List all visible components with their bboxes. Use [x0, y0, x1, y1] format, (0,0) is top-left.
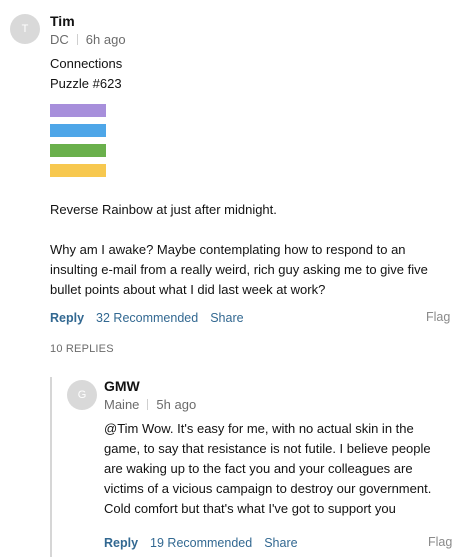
comment-location: DC	[50, 32, 69, 47]
comment-line: Connections	[50, 56, 123, 71]
reply-actions: Reply 19 Recommended Share	[104, 535, 298, 551]
color-square	[50, 103, 64, 117]
reply-thread: G GMW Maine 5h ago @Tim Wow. It's easy fo…	[50, 377, 460, 557]
reply-location: Maine	[104, 397, 140, 412]
square-row	[50, 120, 450, 140]
comment-actions: Reply 32 Recommended Share	[50, 310, 244, 326]
reply-button[interactable]: Reply	[50, 311, 84, 325]
color-square	[64, 103, 78, 117]
comment-line: Puzzle #623	[50, 76, 122, 91]
avatar[interactable]: T	[10, 14, 40, 44]
color-square	[64, 143, 78, 157]
color-square	[64, 163, 78, 177]
comment-body: Connections Puzzle #623 Reverse Rainbow …	[50, 54, 450, 300]
avatar[interactable]: G	[67, 380, 97, 410]
meta-divider	[147, 399, 149, 410]
color-square	[50, 123, 64, 137]
square-row	[50, 160, 450, 180]
reply-body: @Tim Wow. It's easy for me, with no actu…	[104, 421, 432, 516]
reply-button[interactable]: Reply	[104, 536, 138, 550]
color-square	[92, 103, 106, 117]
color-square	[92, 123, 106, 137]
color-square	[50, 163, 64, 177]
recommend-button[interactable]: 19 Recommended	[150, 536, 252, 550]
comment-paragraph: Reverse Rainbow at just after midnight.	[50, 202, 277, 217]
color-square	[78, 143, 92, 157]
share-button[interactable]: Share	[264, 536, 297, 550]
reply-meta: Maine 5h ago	[104, 397, 196, 413]
flag-button[interactable]: Flag	[426, 310, 450, 324]
meta-divider	[76, 34, 78, 45]
color-square	[78, 103, 92, 117]
color-square	[92, 163, 106, 177]
square-row	[50, 140, 450, 160]
reply-author[interactable]: GMW	[104, 377, 140, 395]
replies-count[interactable]: 10 REPLIES	[50, 343, 114, 355]
comment-paragraph: Why am I awake? Maybe contemplating how …	[50, 242, 428, 297]
color-square	[78, 163, 92, 177]
color-square	[64, 123, 78, 137]
share-button[interactable]: Share	[210, 311, 243, 325]
comment-meta: DC 6h ago	[50, 32, 126, 48]
comment-author[interactable]: Tim	[50, 12, 75, 30]
reply-timestamp: 5h ago	[156, 397, 197, 412]
flag-button[interactable]: Flag	[428, 535, 452, 549]
recommend-button[interactable]: 32 Recommended	[96, 311, 198, 325]
color-square	[78, 123, 92, 137]
connections-result-grid	[50, 100, 450, 180]
color-square	[92, 143, 106, 157]
square-row	[50, 100, 450, 120]
comment-timestamp: 6h ago	[85, 32, 126, 47]
color-square	[50, 143, 64, 157]
